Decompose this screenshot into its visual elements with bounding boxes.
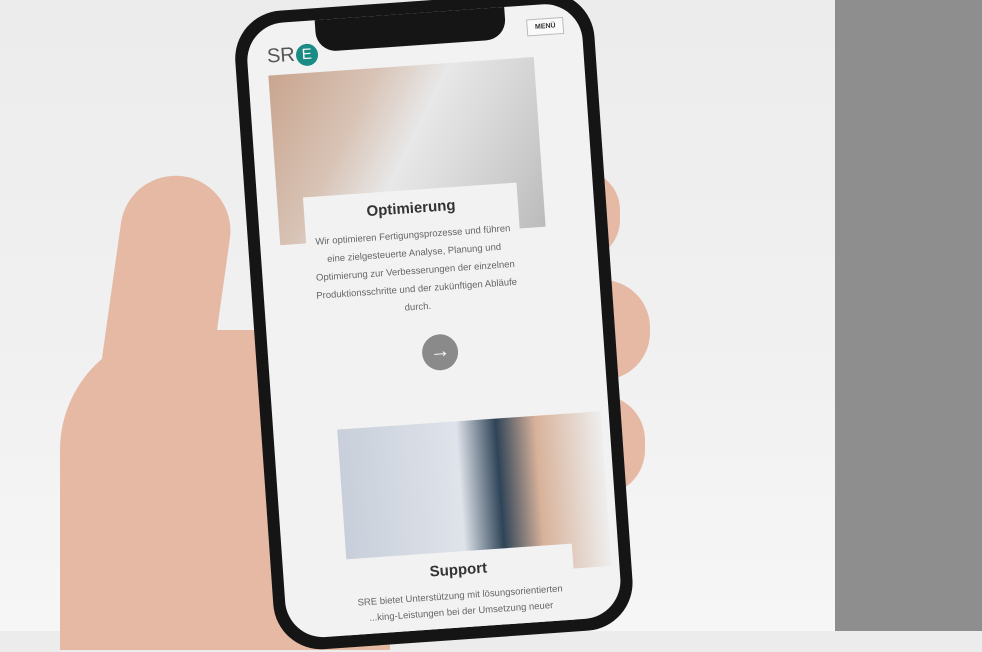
section-title: Support (429, 559, 488, 581)
gray-side-panel (835, 0, 982, 631)
menu-button[interactable]: MENÜ (526, 16, 565, 37)
section-text: SRE bietet Unterstützung mit lösungsorie… (357, 583, 563, 624)
logo-text: SR (266, 43, 296, 68)
optimization-card: Optimierung Wir optimieren Fertigungspro… (302, 182, 527, 335)
section-text: Wir optimieren Fertigungsprozesse und fü… (315, 223, 518, 314)
arrow-right-icon[interactable]: → (420, 333, 460, 372)
support-card: Support SRE bietet Unterstützung mit lös… (342, 543, 578, 639)
phone-screen: SR E MENÜ Optimierung Wir optimieren Fert… (244, 1, 623, 640)
logo-letter: E (295, 42, 319, 67)
sre-logo[interactable]: SR E (266, 42, 319, 68)
phone: SR E MENÜ Optimierung Wir optimieren Fert… (232, 0, 636, 652)
section-title: Optimierung (365, 196, 457, 221)
phone-notch (314, 5, 507, 53)
